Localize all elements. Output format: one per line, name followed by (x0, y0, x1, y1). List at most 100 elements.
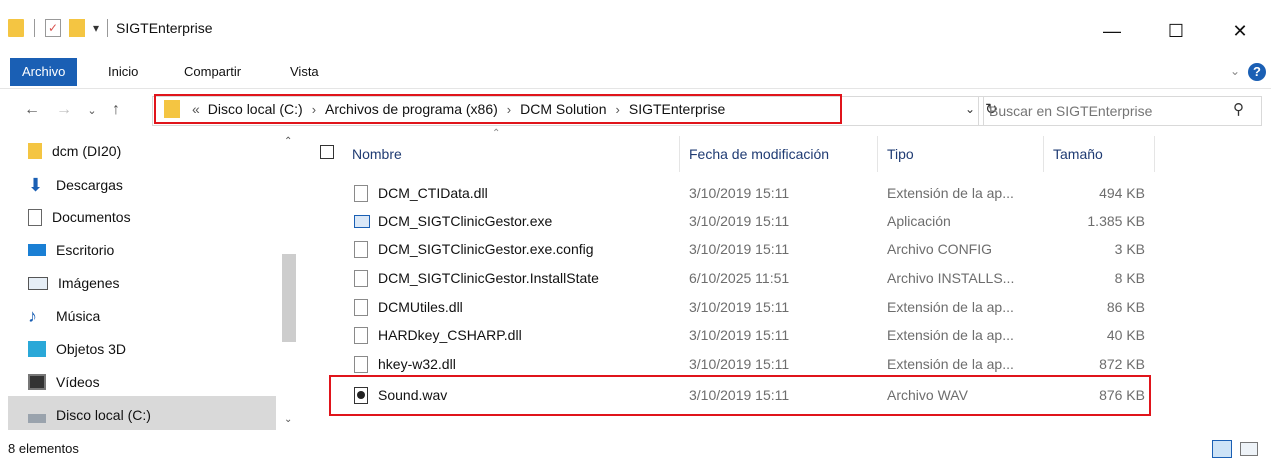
nav-item-documentos[interactable]: Documentos (28, 202, 131, 232)
music-icon: ♪ (28, 306, 37, 326)
pictures-icon (28, 276, 48, 290)
quick-access-toolbar: ✓ ▾ SIGTEnterprise (8, 17, 213, 39)
back-arrow-icon[interactable]: ← (20, 98, 44, 122)
breadcrumb-sigtenterprise[interactable]: SIGTEnterprise (629, 101, 725, 117)
properties-check-icon[interactable]: ✓ (45, 19, 61, 37)
breadcrumb-local-disk[interactable]: Disco local (C:) (208, 101, 303, 117)
nav-item-label: Música (56, 308, 101, 324)
file-date: 3/10/2019 15:11 (689, 299, 790, 315)
nav-item-objetos-3d[interactable]: Objetos 3D (28, 334, 126, 364)
nav-item-videos[interactable]: Vídeos (28, 367, 100, 397)
chevron-right-icon[interactable]: › (507, 102, 511, 117)
scroll-up-icon[interactable]: ⌃ (284, 136, 292, 147)
nav-item-musica[interactable]: ♪ Música (28, 301, 100, 331)
status-item-count: 8 elementos (8, 441, 79, 456)
breadcrumb-dcm-solution[interactable]: DCM Solution (520, 101, 606, 117)
nav-item-descargas[interactable]: ⬇ Descargas (28, 170, 123, 200)
column-header-size[interactable]: Tamaño (1053, 136, 1103, 172)
nav-item-label: Disco local (C:) (56, 407, 151, 423)
details-view-icon[interactable] (1212, 440, 1232, 458)
file-name: DCM_SIGTClinicGestor.InstallState (378, 270, 599, 286)
forward-arrow-icon[interactable]: → (52, 98, 76, 122)
file-row[interactable]: DCM_SIGTClinicGestor.InstallState 6/10/2… (330, 263, 1150, 294)
file-name: DCM_CTIData.dll (378, 185, 488, 201)
tab-vista[interactable]: Vista (278, 58, 331, 86)
maximize-button[interactable]: ☐ (1146, 8, 1206, 54)
desktop-icon (28, 244, 46, 256)
file-date: 6/10/2025 11:51 (689, 270, 790, 286)
file-size: 3 KB (1114, 241, 1145, 257)
file-date: 3/10/2019 15:11 (689, 185, 790, 201)
large-icons-view-icon[interactable] (1240, 442, 1258, 456)
file-type: Extensión de la ap... (887, 299, 1014, 315)
nav-item-disco-local[interactable]: Disco local (C:) (28, 400, 151, 430)
file-icon (354, 270, 368, 287)
sort-ascending-icon[interactable]: ⌃ (492, 128, 500, 139)
breadcrumb: « Disco local (C:) › Archivos de program… (192, 96, 725, 122)
address-row: ← → ⌄ ↑ ⌄ ↻ « Disco local (C:) › Archivo… (0, 90, 1271, 132)
file-name: DCM_SIGTClinicGestor.exe.config (378, 241, 594, 257)
file-type: Archivo INSTALLS... (887, 270, 1015, 286)
highlight-box (329, 375, 1151, 416)
tab-archivo[interactable]: Archivo (10, 58, 78, 86)
divider (107, 19, 109, 37)
nav-scrollbar[interactable]: ⌃ ⌄ (281, 134, 297, 430)
column-header-date[interactable]: Fecha de modificación (689, 136, 829, 172)
objects-3d-icon (28, 341, 46, 357)
file-name: HARDkey_CSHARP.dll (378, 327, 522, 343)
tab-compartir[interactable]: Compartir (172, 58, 253, 86)
nav-item-label: Vídeos (56, 374, 100, 390)
nav-item-label: Objetos 3D (56, 341, 127, 357)
dll-icon (354, 185, 368, 202)
file-date: 3/10/2019 15:11 (689, 327, 790, 343)
chevron-right-icon[interactable]: › (312, 102, 316, 117)
search-icon[interactable]: ⚲ (1233, 100, 1244, 118)
file-size: 8 KB (1114, 270, 1145, 286)
scrollbar-thumb[interactable] (282, 254, 296, 342)
folder-icon (164, 100, 180, 118)
file-size: 1.385 KB (1087, 213, 1145, 229)
nav-item-imagenes[interactable]: Imágenes (28, 268, 119, 298)
column-divider[interactable] (679, 136, 680, 172)
column-header-name[interactable]: Nombre (352, 136, 402, 172)
file-type: Aplicación (887, 213, 951, 229)
download-icon: ⬇ (28, 175, 44, 195)
address-dropdown-icon[interactable]: ⌄ (965, 102, 975, 116)
file-row[interactable]: DCM_SIGTClinicGestor.exe 3/10/2019 15:11… (330, 206, 1150, 237)
exe-icon (354, 215, 370, 228)
column-divider[interactable] (877, 136, 878, 172)
scroll-down-icon[interactable]: ⌄ (284, 414, 292, 425)
minimize-button[interactable]: — (1082, 8, 1142, 54)
file-row[interactable]: DCMUtiles.dll 3/10/2019 15:11 Extensión … (330, 292, 1150, 323)
up-arrow-icon[interactable]: ↑ (104, 98, 128, 122)
ribbon-tabs: Archivo Inicio Compartir Vista ⌄ ? (0, 58, 1271, 89)
file-icon (354, 241, 368, 258)
nav-item-label: Escritorio (56, 242, 115, 258)
column-divider[interactable] (1154, 136, 1155, 172)
recent-locations-icon[interactable]: ⌄ (80, 98, 104, 122)
breadcrumb-program-files[interactable]: Archivos de programa (x86) (325, 101, 498, 117)
expand-ribbon-icon[interactable]: ⌄ (1230, 64, 1240, 78)
nav-item-dcm[interactable]: dcm (DI20) (28, 136, 121, 166)
column-header-type[interactable]: Tipo (887, 136, 914, 172)
breadcrumb-overflow[interactable]: « (192, 101, 200, 117)
file-row[interactable]: HARDkey_CSHARP.dll 3/10/2019 15:11 Exten… (330, 320, 1150, 351)
file-size: 40 KB (1106, 327, 1145, 343)
help-icon[interactable]: ? (1248, 63, 1266, 81)
file-row[interactable]: DCM_SIGTClinicGestor.exe.config 3/10/201… (330, 234, 1150, 265)
select-all-checkbox[interactable] (320, 145, 334, 159)
nav-item-label: Descargas (56, 177, 123, 193)
search-box[interactable]: ⚲ (978, 96, 1262, 126)
file-type: Extensión de la ap... (887, 185, 1014, 201)
search-input[interactable] (987, 99, 1227, 123)
close-button[interactable]: ✕ (1210, 8, 1270, 54)
local-disk-icon (28, 413, 46, 423)
new-folder-icon[interactable] (69, 19, 85, 37)
file-row[interactable]: DCM_CTIData.dll 3/10/2019 15:11 Extensió… (330, 178, 1150, 209)
tab-inicio[interactable]: Inicio (96, 58, 150, 86)
customize-qat-icon[interactable]: ▾ (93, 21, 99, 35)
nav-item-escritorio[interactable]: Escritorio (28, 235, 114, 265)
column-divider[interactable] (1043, 136, 1044, 172)
highlighted-breadcrumb: « Disco local (C:) › Archivos de program… (154, 94, 842, 124)
chevron-right-icon[interactable]: › (616, 102, 620, 117)
